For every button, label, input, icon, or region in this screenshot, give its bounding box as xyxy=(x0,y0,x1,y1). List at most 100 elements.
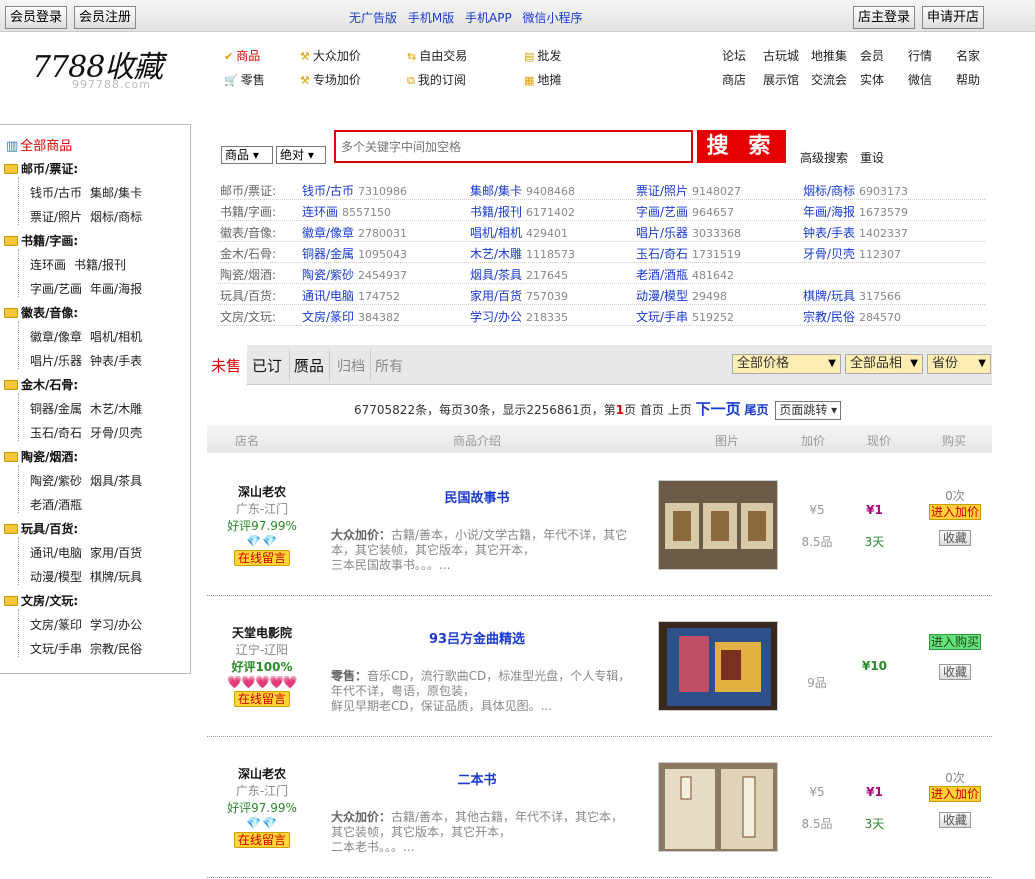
app-link[interactable]: 手机APP xyxy=(465,11,512,25)
page-jump-select[interactable]: 页面跳转 ▾ xyxy=(775,401,842,420)
category-grid-row: 陶瓷/烟酒: 陶瓷/紫砂 2454937 烟具/茶具 217645 老酒/酒瓶 481… xyxy=(218,263,985,284)
listing-table-header: 店名 商品介绍 图片 加价 现价 购买 xyxy=(207,425,992,453)
shop-owner-login-button[interactable]: 店主登录 xyxy=(853,6,916,29)
search-input[interactable] xyxy=(336,132,691,161)
old-book-photo xyxy=(659,763,777,851)
nav-promo[interactable]: 地推集 xyxy=(809,47,849,64)
sidebar-row[interactable]: 字画/艺画 年画/海报 xyxy=(30,280,150,297)
main-nav: ✔ 商品 ⚒ 大众加价 ⇆ 自由交易 ▤ 批发 🛒 零售 ⚒ 专场加价 ⧉ 我的订阅 ▦ 地摊 xyxy=(224,44,584,94)
tab-reserved[interactable]: 已订 xyxy=(252,355,282,376)
sidebar-row[interactable]: 文房/篆印 学习/办公 xyxy=(30,616,150,633)
nav-goods[interactable]: ✔ 商品 xyxy=(224,47,260,64)
nav-free-trade[interactable]: ⇆ 自由交易 xyxy=(407,47,467,64)
online-message-button[interactable]: 在线留言 xyxy=(233,691,290,707)
nav-wholesale[interactable]: ▤ 批发 xyxy=(524,47,561,64)
sidebar-cat-ceramics[interactable]: 陶瓷/烟酒: xyxy=(4,448,78,465)
nav-my-subscriptions[interactable]: ⧉ 我的订阅 xyxy=(407,71,466,88)
shop-name[interactable]: 天堂电影院 xyxy=(207,624,317,641)
apply-open-shop-button[interactable]: 申请开店 xyxy=(922,6,985,29)
listing-thumbnail[interactable] xyxy=(658,762,778,852)
province-filter-select[interactable]: 省份 ▼ xyxy=(927,354,991,374)
favorite-button[interactable]: 收藏 xyxy=(938,664,971,680)
nav-market[interactable]: 行情 xyxy=(900,47,940,64)
enter-bid-button[interactable]: 进入加价 xyxy=(929,786,981,802)
nav-shops[interactable]: 商店 xyxy=(714,71,754,88)
sidebar-all-goods[interactable]: ▥ 全部商品 xyxy=(6,135,72,154)
online-message-button[interactable]: 在线留言 xyxy=(233,550,290,566)
sidebar-row[interactable]: 铜器/金属 木艺/木雕 xyxy=(30,400,150,417)
sidebar-row[interactable]: 唱片/乐器 钟表/手表 xyxy=(30,352,150,369)
sidebar-row[interactable]: 老酒/酒瓶 xyxy=(30,496,90,513)
tab-unsold[interactable]: 未售 xyxy=(211,355,241,376)
nav-stall[interactable]: ▦ 地摊 xyxy=(524,71,561,88)
grade-filter-select[interactable]: 全部品相 ▼ xyxy=(845,354,923,374)
nav-antique-city[interactable]: 古玩城 xyxy=(761,47,801,64)
sidebar-row[interactable]: 连环画 书籍/报刊 xyxy=(30,256,134,273)
no-ads-link[interactable]: 无广告版 xyxy=(349,11,397,25)
next-page-link[interactable]: 下一页 xyxy=(696,400,741,418)
shop-name[interactable]: 深山老农 xyxy=(207,765,317,782)
advanced-search-link[interactable]: 高级搜索 xyxy=(800,149,848,166)
logo-domain: 997788.com xyxy=(72,78,151,91)
search-button[interactable]: 搜 索 xyxy=(697,130,786,163)
member-login-button[interactable]: 会员登录 xyxy=(5,6,68,29)
last-page-link[interactable]: 尾页 xyxy=(744,403,768,417)
sidebar-cat-badges[interactable]: 徽表/音像: xyxy=(4,304,78,321)
folder-icon xyxy=(4,524,18,534)
online-message-button[interactable]: 在线留言 xyxy=(233,832,290,848)
search-type-select[interactable]: 商品 ▾ xyxy=(221,146,273,164)
enter-buy-button[interactable]: 进入购买 xyxy=(929,634,981,650)
reset-link[interactable]: 重设 xyxy=(860,149,884,166)
sidebar-row[interactable]: 票证/照片 烟标/商标 xyxy=(30,208,150,225)
search-mode-select[interactable]: 绝对 ▾ xyxy=(276,146,326,164)
sidebar-row[interactable]: 陶瓷/紫砂 烟具/茶具 xyxy=(30,472,150,489)
check-icon: ✔ xyxy=(224,50,234,63)
sidebar-row[interactable]: 文玩/手串 宗教/民俗 xyxy=(30,640,150,657)
pagination: 67705822条，每页30条，显示2256861页，第1页 首页 上页 下一页… xyxy=(354,398,842,420)
listing-thumbnail[interactable] xyxy=(658,480,778,570)
listing-title[interactable]: 93吕方金曲精选 xyxy=(347,628,607,647)
nav-forum[interactable]: 论坛 xyxy=(714,47,754,64)
sidebar-row[interactable]: 玉石/奇石 牙骨/贝壳 xyxy=(30,424,150,441)
sidebar-row[interactable]: 通讯/电脑 家用/百货 xyxy=(30,544,150,561)
wechat-miniapp-link[interactable]: 微信小程序 xyxy=(523,11,583,25)
category-grid-row: 书籍/字画: 连环画 8557150 书籍/报刊 6171402 字画/艺画 9646… xyxy=(218,200,985,221)
mobile-link[interactable]: 手机M版 xyxy=(408,11,454,25)
nav-wechat[interactable]: 微信 xyxy=(900,71,940,88)
tab-all[interactable]: 所有 xyxy=(375,356,403,376)
site-logo[interactable]: 7788收藏 997788.com xyxy=(32,40,182,95)
hammer-icon: ⚒ xyxy=(300,50,310,63)
nav-retail[interactable]: 🛒 零售 xyxy=(224,71,265,88)
nav-physical[interactable]: 实体 xyxy=(852,71,892,88)
favorite-button[interactable]: 收藏 xyxy=(938,812,971,828)
listing-title[interactable]: 二本书 xyxy=(347,769,607,788)
enter-bid-button[interactable]: 进入加价 xyxy=(929,504,981,520)
shop-name[interactable]: 深山老农 xyxy=(207,483,317,500)
tab-archived[interactable]: 归档 xyxy=(337,356,365,376)
stall-icon: ▦ xyxy=(524,74,535,87)
sidebar-cat-stationery[interactable]: 文房/文玩: xyxy=(4,592,78,609)
sidebar-cat-toys[interactable]: 玩具/百货: xyxy=(4,520,78,537)
favorite-button[interactable]: 收藏 xyxy=(938,530,971,546)
sidebar-row[interactable]: 徽章/像章 唱机/相机 xyxy=(30,328,150,345)
top-links: 无广告版 手机M版 手机APP 微信小程序 xyxy=(349,9,590,26)
nav-help[interactable]: 帮助 xyxy=(948,71,988,88)
member-register-button[interactable]: 会员注册 xyxy=(74,6,137,29)
tab-fake[interactable]: 赝品 xyxy=(294,355,324,376)
nav-meetup[interactable]: 交流会 xyxy=(809,71,849,88)
sidebar-cat-books[interactable]: 书籍/字画: xyxy=(4,232,78,249)
folder-icon xyxy=(4,380,18,390)
price-filter-select[interactable]: 全部价格 ▼ xyxy=(732,354,841,374)
sidebar-row[interactable]: 钱币/古币 集邮/集卡 xyxy=(30,184,150,201)
nav-member[interactable]: 会员 xyxy=(852,47,892,64)
sidebar-row[interactable]: 动漫/模型 棋牌/玩具 xyxy=(30,568,150,585)
nav-special-bid[interactable]: ⚒ 专场加价 xyxy=(300,71,361,88)
listing-thumbnail[interactable] xyxy=(658,621,778,711)
nav-public-bid[interactable]: ⚒ 大众加价 xyxy=(300,47,361,64)
sidebar-cat-metal[interactable]: 金木/石骨: xyxy=(4,376,78,393)
nav-showroom[interactable]: 展示馆 xyxy=(761,71,801,88)
listing-title[interactable]: 民国故事书 xyxy=(347,487,607,506)
listing-row: 天堂电影院 辽宁-辽阳 好评100% 💗💗💗💗💗 在线留言 93吕方金曲精选 零… xyxy=(207,596,992,737)
nav-masters[interactable]: 名家 xyxy=(948,47,988,64)
sidebar-cat-stamps[interactable]: 邮币/票证: xyxy=(4,160,78,177)
